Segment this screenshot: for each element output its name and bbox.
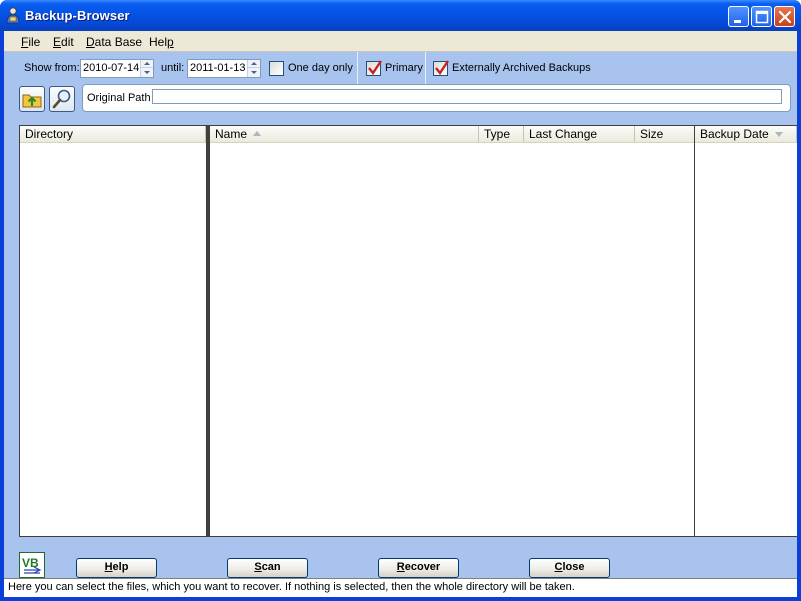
main-content: Show from: 2010-07-14 until: 2011-01-13	[4, 52, 797, 578]
one-day-only-label: One day only	[288, 62, 353, 74]
primary-checkbox[interactable]	[366, 60, 382, 76]
status-bar: Here you can select the files, which you…	[4, 578, 797, 597]
spin-down-icon	[144, 71, 150, 74]
menu-file[interactable]: File	[21, 35, 40, 49]
window-title: Backup-Browser	[25, 8, 130, 23]
parent-folder-button[interactable]	[19, 86, 45, 112]
spin-up-icon	[144, 62, 150, 65]
app-window: Backup-Browser File Edit Data Base Help	[0, 0, 801, 601]
until-date-value: 2011-01-13	[190, 62, 246, 74]
magnifier-icon	[52, 89, 71, 109]
close-window-button[interactable]	[774, 6, 795, 27]
last-change-header-label: Last Change	[529, 127, 598, 141]
one-day-only-checkbox[interactable]	[269, 61, 284, 76]
maximize-icon	[755, 10, 769, 24]
app-icon	[5, 7, 21, 24]
from-date-value: 2010-07-14	[83, 62, 140, 74]
until-date-spinner[interactable]	[247, 60, 260, 77]
spin-down-icon	[251, 71, 257, 74]
menu-help[interactable]: Help	[149, 35, 174, 49]
minimize-button[interactable]	[728, 6, 749, 27]
spin-up-icon	[251, 62, 257, 65]
search-button[interactable]	[49, 86, 75, 112]
backup-date-header-label: Backup Date	[700, 127, 769, 141]
menu-bar: File Edit Data Base Help	[4, 31, 797, 52]
size-column-header[interactable]: Size	[635, 126, 695, 143]
files-list-pane[interactable]: Name Type Last Change Size	[207, 125, 695, 537]
backup-versions-pane[interactable]: Backup Date	[694, 125, 797, 537]
until-date-picker[interactable]: 2011-01-13	[187, 59, 261, 78]
backup-date-column-header[interactable]: Backup Date	[695, 126, 797, 143]
name-header-label: Name	[215, 127, 248, 141]
size-header-label: Size	[640, 127, 664, 141]
type-column-header[interactable]: Type	[479, 126, 524, 143]
close-icon	[778, 10, 792, 24]
directory-tree-pane[interactable]: Directory	[19, 125, 207, 537]
menu-edit[interactable]: Edit	[53, 35, 74, 49]
toolbar-separator	[357, 52, 358, 84]
last-change-column-header[interactable]: Last Change	[524, 126, 635, 143]
original-path-input[interactable]	[152, 89, 782, 104]
type-header-label: Type	[484, 127, 511, 141]
menu-database[interactable]: Data Base	[86, 35, 142, 49]
filter-bar: Show from: 2010-07-14 until: 2011-01-13	[4, 52, 797, 84]
scan-button[interactable]: Scan	[227, 558, 308, 578]
name-column-header[interactable]: Name	[210, 126, 479, 143]
help-button[interactable]: Help	[76, 558, 157, 578]
sort-ascending-icon	[253, 131, 262, 136]
maximize-button[interactable]	[751, 6, 772, 27]
original-path-label: Original Path	[87, 92, 151, 104]
toolbar-separator	[425, 52, 426, 84]
external-archives-checkbox[interactable]	[433, 60, 449, 76]
minimize-icon	[734, 20, 741, 23]
from-date-spinner[interactable]	[140, 60, 153, 77]
sort-descending-icon	[774, 132, 783, 137]
checkmark-icon	[435, 60, 449, 76]
until-label: until:	[161, 62, 185, 74]
folder-up-icon	[22, 94, 42, 108]
recover-button[interactable]: Recover	[378, 558, 459, 578]
client-area: File Edit Data Base Help Show from: 2010…	[4, 31, 797, 597]
close-button[interactable]: Close	[529, 558, 610, 578]
vb-logo: VB	[19, 552, 45, 578]
from-date-picker[interactable]: 2010-07-14	[80, 59, 154, 78]
primary-label: Primary	[385, 62, 423, 74]
title-bar[interactable]: Backup-Browser	[0, 0, 801, 31]
directory-column-header[interactable]: Directory	[20, 126, 206, 143]
directory-header-label: Directory	[25, 127, 74, 141]
button-bar: VB Help Scan Recover Close	[4, 540, 797, 578]
checkmark-icon	[368, 60, 382, 76]
show-from-label: Show from:	[24, 62, 80, 74]
external-archives-label: Externally Archived Backups	[452, 62, 591, 74]
